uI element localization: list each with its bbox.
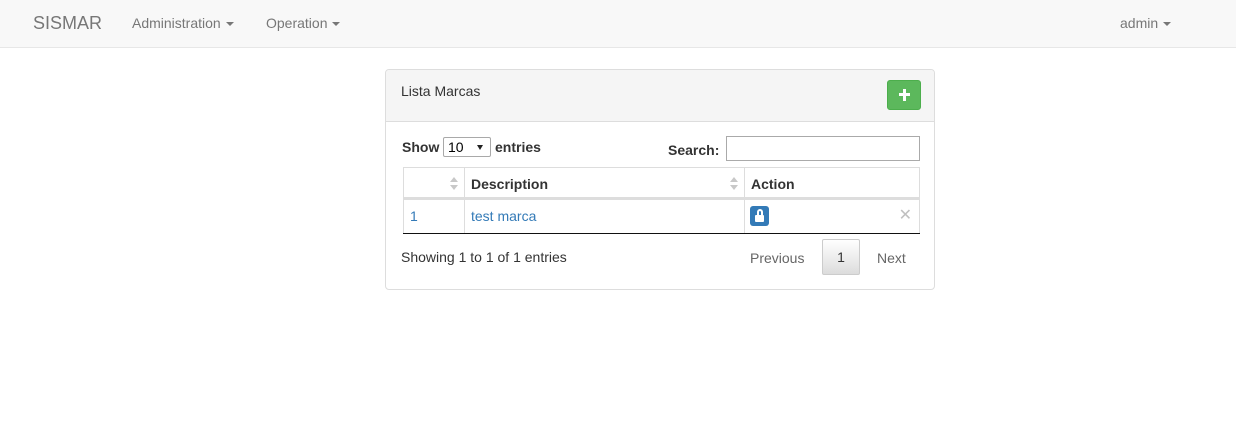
brand-link[interactable]: SISMAR — [33, 13, 102, 34]
cell-description: test marca — [464, 199, 745, 233]
column-header-action: Action — [744, 167, 920, 199]
page-length-value: 10 — [448, 139, 464, 155]
table-info: Showing 1 to 1 of 1 entries — [401, 249, 567, 265]
remove-icon[interactable]: ✕ — [899, 207, 912, 225]
column-header-description[interactable]: Description — [464, 167, 745, 199]
caret-down-icon — [1163, 22, 1172, 27]
column-header-id[interactable] — [403, 167, 465, 199]
add-brand-button[interactable] — [887, 80, 921, 110]
sort-icon — [450, 177, 458, 191]
row-description-link[interactable]: test marca — [471, 208, 536, 224]
user-name: admin — [1120, 15, 1159, 31]
panel-title: Lista Marcas — [401, 83, 481, 99]
search-label: Search: — [668, 142, 720, 158]
menu-administration-label: Administration — [132, 15, 221, 31]
entries-label: entries — [495, 139, 541, 155]
row-id-link[interactable]: 1 — [410, 208, 418, 224]
show-label: Show — [402, 139, 440, 155]
pagination-previous[interactable]: Previous — [750, 250, 804, 266]
caret-down-icon — [332, 22, 341, 27]
pagination-page-1[interactable]: 1 — [822, 239, 860, 275]
menu-operation-label: Operation — [266, 15, 328, 31]
column-header-action-label: Action — [751, 176, 795, 192]
search-input[interactable] — [726, 136, 920, 161]
dropdown-arrow-icon — [477, 145, 483, 150]
panel-heading: Lista Marcas — [386, 70, 934, 122]
cell-id: 1 — [403, 199, 465, 233]
pagination-next[interactable]: Next — [877, 250, 906, 266]
unlock-button[interactable] — [750, 206, 769, 226]
brands-panel: Lista Marcas Show 10 entries Search: Des… — [385, 69, 935, 290]
caret-down-icon — [225, 22, 234, 27]
menu-operation[interactable]: Operation — [266, 15, 341, 31]
menu-administration[interactable]: Administration — [132, 15, 234, 31]
cell-action: ✕ — [744, 199, 920, 233]
column-header-description-label: Description — [471, 176, 549, 192]
table-row: 1 test marca ✕ — [403, 199, 920, 234]
user-menu[interactable]: admin — [1120, 15, 1172, 31]
page-length-select[interactable]: 10 — [443, 137, 491, 157]
top-navbar: SISMAR Administration Operation admin — [0, 0, 1236, 48]
sort-icon — [730, 177, 738, 191]
